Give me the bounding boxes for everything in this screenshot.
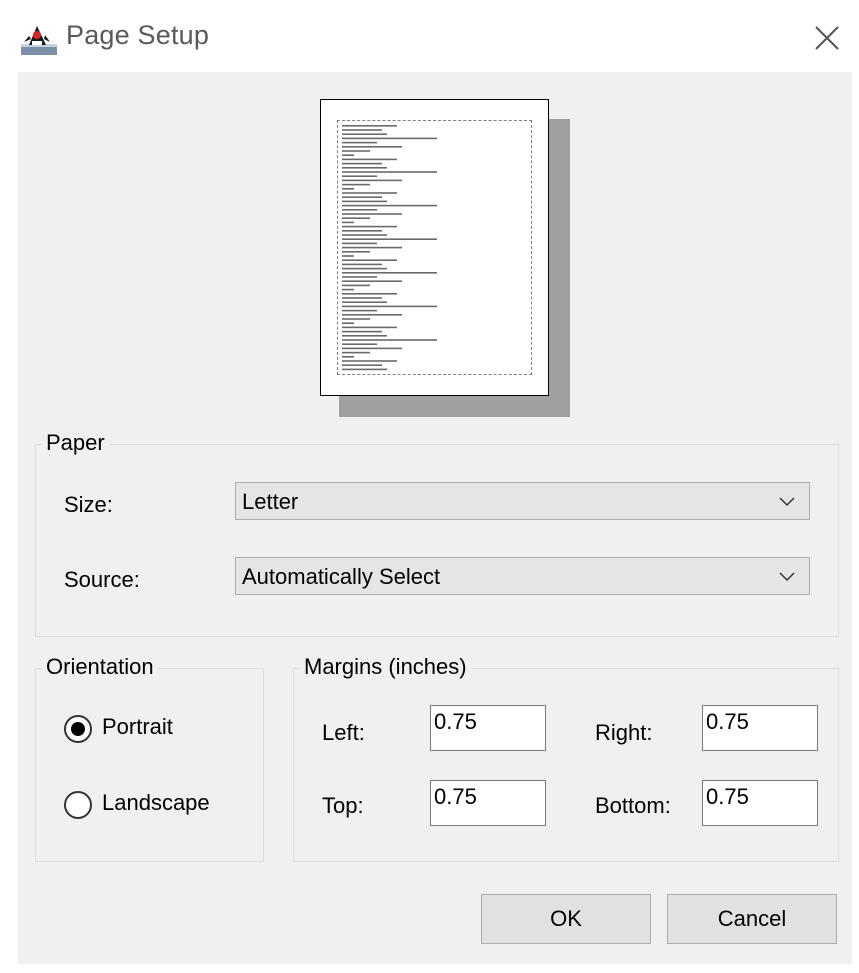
chevron-down-icon <box>779 497 795 507</box>
close-button[interactable] <box>806 18 846 58</box>
java-duke-icon <box>20 22 58 56</box>
orientation-group-label: Orientation <box>42 654 158 680</box>
left-margin-input[interactable] <box>430 705 546 751</box>
left-margin-label: Left: <box>322 720 365 745</box>
portrait-radio-label: Portrait <box>102 714 173 739</box>
size-select[interactable]: Letter <box>235 482 810 520</box>
source-select-value: Automatically Select <box>242 564 441 589</box>
landscape-radio[interactable]: Landscape <box>64 789 259 823</box>
bottom-margin-input[interactable] <box>702 780 818 826</box>
title-bar: Page Setup <box>0 0 859 72</box>
right-margin-label: Right: <box>595 720 653 745</box>
cancel-button[interactable]: Cancel <box>667 894 837 944</box>
chevron-down-icon <box>779 572 795 582</box>
dialog-body: Paper Size: Letter Source: Automatically… <box>18 72 852 964</box>
landscape-radio-button[interactable] <box>64 791 92 819</box>
size-select-value: Letter <box>242 489 299 514</box>
window-title: Page Setup <box>66 20 210 50</box>
page-preview <box>320 99 572 419</box>
close-icon <box>815 26 839 50</box>
bottom-margin-label: Bottom: <box>595 793 671 818</box>
top-margin-input[interactable] <box>430 780 546 826</box>
paper-group-label: Paper <box>42 430 109 456</box>
ok-button[interactable]: OK <box>481 894 651 944</box>
page-preview-text-lines <box>342 125 437 371</box>
margins-group-label: Margins (inches) <box>300 654 471 680</box>
page-preview-margin-guide <box>337 120 532 375</box>
portrait-radio-button[interactable] <box>64 715 92 743</box>
right-margin-input[interactable] <box>702 705 818 751</box>
size-label: Size: <box>64 492 113 517</box>
portrait-radio[interactable]: Portrait <box>64 713 244 747</box>
paper-group: Paper Size: Letter Source: Automatically… <box>35 430 839 637</box>
top-margin-label: Top: <box>322 793 364 818</box>
margins-group: Margins (inches) Left: Right: Top: Botto… <box>293 654 839 862</box>
radio-selected-dot <box>71 722 85 736</box>
source-select[interactable]: Automatically Select <box>235 557 810 595</box>
landscape-radio-label: Landscape <box>102 790 210 815</box>
source-label: Source: <box>64 567 140 592</box>
orientation-group: Orientation Portrait Landscape <box>35 654 264 862</box>
page-preview-sheet <box>320 99 549 396</box>
